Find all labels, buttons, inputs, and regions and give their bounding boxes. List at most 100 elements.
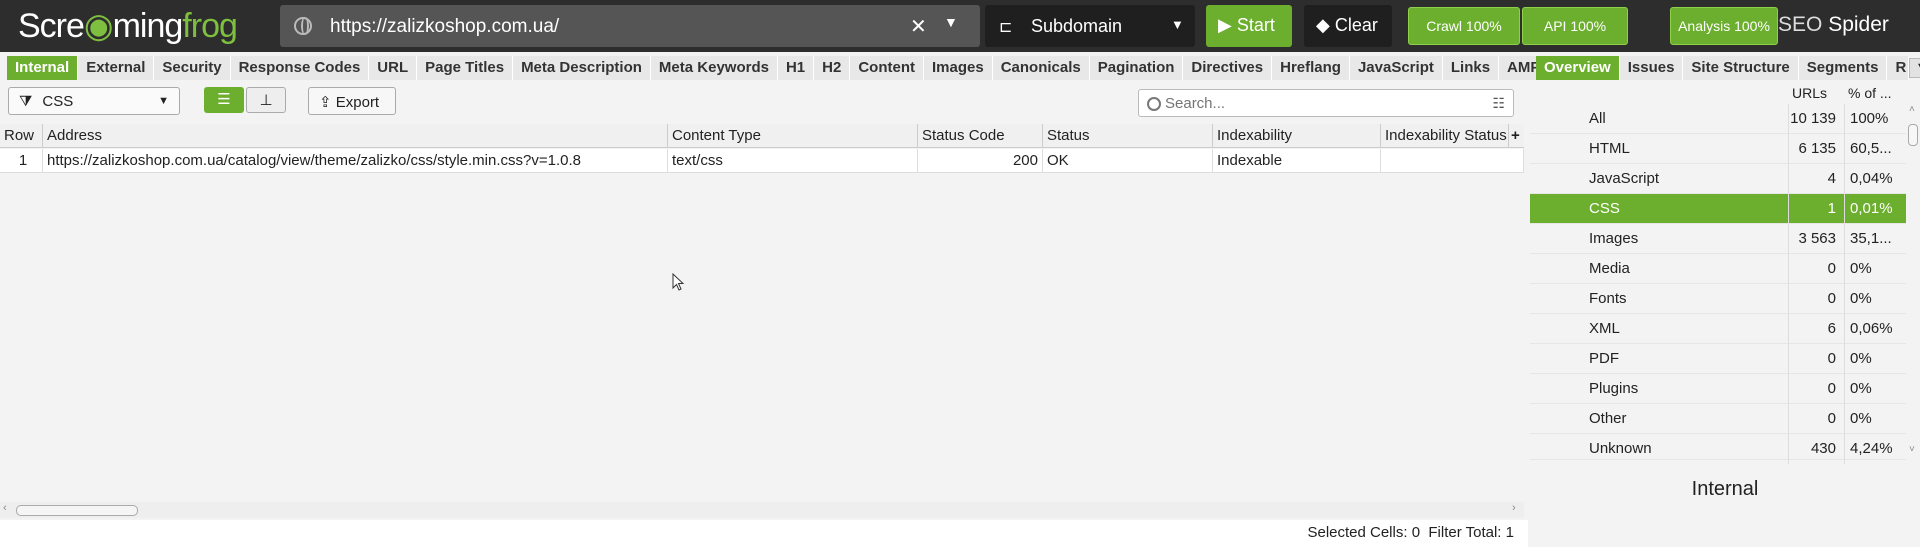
tab-pagination[interactable]: Pagination <box>1089 56 1184 80</box>
filter-icon: ⧩ <box>19 93 33 110</box>
list-icon: ☰ <box>217 91 231 108</box>
tree-view-button[interactable]: ⊥ <box>246 87 286 113</box>
top-bar: Scre◉mingfrog https://zalizkoshop.com.ua… <box>0 0 1920 52</box>
add-column-icon[interactable]: + <box>1509 124 1524 148</box>
overview-row-images[interactable]: Images 3 563 35,1... <box>1530 224 1906 254</box>
table-row[interactable]: 1 https://zalizkoshop.com.ua/catalog/vie… <box>0 149 1524 173</box>
tab-content[interactable]: Content <box>850 56 924 80</box>
chevron-down-icon: ▼ <box>158 95 169 107</box>
search-icon <box>1147 97 1161 111</box>
col-header-address[interactable]: Address <box>43 124 668 148</box>
grid-toolbar: ⧩ CSS ▼ ☰ ⊥ ⇪ Export ☷ <box>0 82 1530 122</box>
overview-header: URLs % of ... <box>1530 82 1920 104</box>
overview-row-other[interactable]: Other 0 0% <box>1530 404 1906 434</box>
tab-hreflang[interactable]: Hreflang <box>1272 56 1350 80</box>
url-history-dropdown-icon[interactable]: ▼ <box>944 14 958 30</box>
tab-h2[interactable]: H2 <box>814 56 851 80</box>
data-grid: Row Address Content Type Status Code Sta… <box>0 124 1524 504</box>
scrollbar-thumb[interactable] <box>1908 124 1918 146</box>
col-header-indexability-status[interactable]: Indexability Status <box>1381 124 1509 148</box>
overview-row-media[interactable]: Media 0 0% <box>1530 254 1906 284</box>
search-options-icon[interactable]: ☷ <box>1492 95 1505 112</box>
analysis-progress-pill[interactable]: Analysis 100% <box>1670 7 1778 45</box>
col-header-indexability[interactable]: Indexability <box>1213 124 1381 148</box>
tab-page-titles[interactable]: Page Titles <box>417 56 514 80</box>
tab-issues[interactable]: Issues <box>1619 56 1684 80</box>
grid-header: Row Address Content Type Status Code Sta… <box>0 124 1524 148</box>
col-header-content-type[interactable]: Content Type <box>668 124 918 148</box>
eraser-icon: ◆ <box>1316 15 1330 35</box>
overview-row-css[interactable]: CSS 1 0,01% <box>1530 194 1906 224</box>
export-button[interactable]: ⇪ Export <box>308 87 396 115</box>
cell-indexability-status[interactable] <box>1381 149 1524 173</box>
overview-vertical-scrollbar[interactable]: ˄ ˅ <box>1906 104 1920 460</box>
globe-icon <box>294 17 312 35</box>
upload-icon: ⇪ <box>319 94 332 111</box>
overview-row-plugins[interactable]: Plugins 0 0% <box>1530 374 1906 404</box>
overview-row-pdf[interactable]: PDF 0 0% <box>1530 344 1906 374</box>
col-header-status-code[interactable]: Status Code <box>918 124 1043 148</box>
overview-row-javascript[interactable]: JavaScript 4 0,04% <box>1530 164 1906 194</box>
url-input[interactable]: https://zalizkoshop.com.ua/ <box>330 16 559 38</box>
clear-url-icon[interactable]: ✕ <box>910 14 927 39</box>
cell-indexability[interactable]: Indexable <box>1213 149 1381 173</box>
crawl-mode-label: Subdomain <box>1031 16 1123 36</box>
crawl-progress-pill[interactable]: Crawl 100% <box>1408 7 1520 45</box>
tab-segments[interactable]: Segments <box>1798 56 1888 80</box>
tab-url[interactable]: URL <box>369 56 418 80</box>
tab-meta-keywords[interactable]: Meta Keywords <box>650 56 778 80</box>
clear-label: Clear <box>1334 15 1378 35</box>
play-icon: ▶ <box>1218 15 1232 35</box>
col-header-row[interactable]: Row <box>0 124 43 148</box>
tab-internal[interactable]: Internal <box>7 56 79 80</box>
scroll-up-icon[interactable]: ˄ <box>1909 104 1915 115</box>
cell-address[interactable]: https://zalizkoshop.com.ua/catalog/view/… <box>43 149 668 173</box>
search-box[interactable]: ☷ <box>1138 89 1514 117</box>
list-view-button[interactable]: ☰ <box>204 87 244 113</box>
subdomain-tree-icon: ⊏ <box>999 19 1013 36</box>
scroll-down-icon[interactable]: ˅ <box>1909 444 1915 455</box>
col-header-percent[interactable]: % of ... <box>1848 85 1892 101</box>
tab-javascript[interactable]: JavaScript <box>1349 56 1443 80</box>
col-header-status[interactable]: Status <box>1043 124 1213 148</box>
overview-row-all[interactable]: All 10 139 100% <box>1530 104 1906 134</box>
right-tabs-dropdown-icon[interactable]: ▼ <box>1909 58 1920 78</box>
tab-external[interactable]: External <box>78 56 155 80</box>
tab-links[interactable]: Links <box>1442 56 1500 80</box>
tab-response-codes[interactable]: Response Codes <box>230 56 370 80</box>
overview-row-html[interactable]: HTML 6 135 60,5... <box>1530 134 1906 164</box>
start-label: Start <box>1236 15 1275 35</box>
tab-meta-description[interactable]: Meta Description <box>513 56 651 80</box>
crawl-mode-select[interactable]: ⊏ Subdomain ▼ <box>985 5 1195 47</box>
cell-status-code[interactable]: 200 <box>918 149 1043 173</box>
tab-security[interactable]: Security <box>154 56 231 80</box>
overview-row-fonts[interactable]: Fonts 0 0% <box>1530 284 1906 314</box>
status-bar: Selected Cells: 0 Filter Total: 1 <box>0 520 1528 547</box>
tab-h1[interactable]: H1 <box>777 56 815 80</box>
tab-overview[interactable]: Overview <box>1536 56 1620 80</box>
scroll-left-icon[interactable]: ‹ <box>3 502 7 514</box>
tab-images[interactable]: Images <box>924 56 993 80</box>
col-header-urls[interactable]: URLs <box>1792 85 1827 101</box>
api-progress-pill[interactable]: API 100% <box>1522 7 1628 45</box>
cell-content-type[interactable]: text/css <box>668 149 918 173</box>
cell-row[interactable]: 1 <box>0 149 43 173</box>
clear-button[interactable]: ◆ Clear <box>1304 5 1392 47</box>
cell-status[interactable]: OK <box>1043 149 1213 173</box>
mouse-cursor-icon <box>672 273 685 291</box>
horizontal-scrollbar[interactable]: ‹ › <box>0 502 1524 518</box>
scroll-right-icon[interactable]: › <box>1512 502 1516 514</box>
overview-row-unknown[interactable]: Unknown 430 4,24% <box>1530 434 1906 464</box>
main-tabs: Internal External Security Response Code… <box>7 56 1595 80</box>
tab-canonicals[interactable]: Canonicals <box>992 56 1090 80</box>
url-input-box[interactable]: https://zalizkoshop.com.ua/ ✕ ▼ <box>280 5 980 47</box>
scrollbar-thumb[interactable] <box>16 505 138 516</box>
tab-site-structure[interactable]: Site Structure <box>1683 56 1799 80</box>
search-input[interactable] <box>1165 93 1465 113</box>
tab-right-overflow[interactable]: R <box>1887 56 1910 80</box>
start-button[interactable]: ▶ Start <box>1206 5 1292 47</box>
filter-select[interactable]: ⧩ CSS ▼ <box>8 87 180 115</box>
tab-directives[interactable]: Directives <box>1183 56 1273 80</box>
chevron-down-icon: ▼ <box>1171 17 1184 32</box>
overview-row-xml[interactable]: XML 6 0,06% <box>1530 314 1906 344</box>
